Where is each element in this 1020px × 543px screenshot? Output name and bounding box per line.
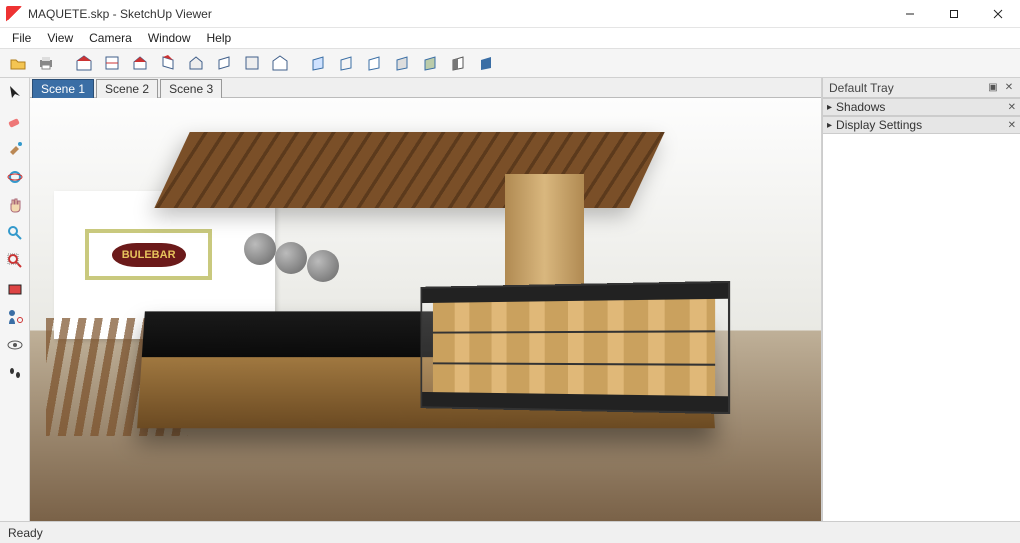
footprints-icon [6, 364, 24, 382]
open-file-button[interactable] [6, 51, 30, 75]
print-icon [37, 54, 55, 72]
scene-logo-sign: BULEBAR [85, 229, 212, 280]
view-right-button[interactable] [156, 51, 180, 75]
menu-bar: File View Camera Window Help [0, 28, 1020, 48]
house-bottom-icon [243, 54, 261, 72]
zoom-icon [6, 224, 24, 242]
viewport-3d[interactable]: BULEBAR [30, 98, 821, 521]
section-close-icon[interactable]: ✕ [1008, 102, 1016, 113]
scene-logo-text: BULEBAR [112, 243, 186, 267]
style-xray-button[interactable] [306, 51, 330, 75]
tray-section-shadows[interactable]: ▸ Shadows ✕ [823, 98, 1020, 116]
style-shaded-tex-icon [421, 54, 439, 72]
view-front-button[interactable] [128, 51, 152, 75]
window-title: MAQUETE.skp - SketchUp Viewer [28, 7, 212, 21]
view-top-button[interactable] [100, 51, 124, 75]
tray-section-display-settings[interactable]: ▸ Display Settings ✕ [823, 116, 1020, 134]
scene-pendant-lamp [244, 233, 276, 265]
app-icon [6, 6, 22, 22]
orbit-tool[interactable] [4, 166, 26, 188]
style-hidden-button[interactable] [362, 51, 386, 75]
tray-empty-area [823, 134, 1020, 521]
view-bottom-button[interactable] [240, 51, 264, 75]
scene-tab-1[interactable]: Scene 1 [32, 79, 94, 98]
main-toolbar [0, 48, 1020, 78]
zoom-tool[interactable] [4, 222, 26, 244]
zoom-extents-icon [6, 252, 24, 270]
left-toolbar [0, 78, 30, 521]
scene-tab-2[interactable]: Scene 2 [96, 79, 158, 98]
section-icon [6, 280, 24, 298]
scene-ceiling-beams [155, 132, 665, 208]
style-shaded-tex-button[interactable] [418, 51, 442, 75]
view-back-button[interactable] [184, 51, 208, 75]
house-top-icon [103, 54, 121, 72]
status-text: Ready [8, 526, 43, 540]
scene-display-case [420, 281, 730, 414]
position-camera-icon [6, 308, 24, 326]
title-bar: MAQUETE.skp - SketchUp Viewer [0, 0, 1020, 28]
print-button[interactable] [34, 51, 58, 75]
pan-tool[interactable] [4, 194, 26, 216]
section-tool[interactable] [4, 278, 26, 300]
house-right-icon [159, 54, 177, 72]
style-wire-button[interactable] [334, 51, 358, 75]
style-mono-button[interactable] [446, 51, 470, 75]
open-folder-icon [9, 54, 27, 72]
default-tray-panel: Default Tray ▣ ✕ ▸ Shadows ✕ ▸ Display S… [822, 78, 1020, 521]
close-button[interactable] [976, 0, 1020, 28]
house-iso-icon [75, 54, 93, 72]
style-color-icon [477, 54, 495, 72]
tray-pin-icon[interactable]: ▣ [986, 80, 1000, 94]
minimize-button[interactable] [888, 0, 932, 28]
house-left-icon [215, 54, 233, 72]
style-xray-icon [309, 54, 327, 72]
style-shaded-icon [393, 54, 411, 72]
scene-tab-3[interactable]: Scene 3 [160, 79, 222, 98]
style-shaded-button[interactable] [390, 51, 414, 75]
select-icon [6, 84, 24, 102]
view-left-button[interactable] [212, 51, 236, 75]
chevron-right-icon: ▸ [827, 102, 832, 113]
eye-icon [6, 336, 24, 354]
view-iso2-button[interactable] [268, 51, 292, 75]
menu-window[interactable]: Window [140, 29, 199, 47]
style-wire-icon [337, 54, 355, 72]
menu-help[interactable]: Help [199, 29, 240, 47]
paint-tool[interactable] [4, 138, 26, 160]
select-tool[interactable] [4, 82, 26, 104]
house-back-icon [187, 54, 205, 72]
style-color-button[interactable] [474, 51, 498, 75]
tray-section-label: Display Settings [836, 118, 922, 132]
walk-tool[interactable] [4, 362, 26, 384]
pan-icon [6, 196, 24, 214]
menu-file[interactable]: File [4, 29, 39, 47]
scene-pendant-lamp [275, 242, 307, 274]
status-bar: Ready [0, 521, 1020, 543]
eraser-icon [6, 112, 24, 130]
paint-icon [6, 140, 24, 158]
menu-camera[interactable]: Camera [81, 29, 140, 47]
section-close-icon[interactable]: ✕ [1008, 120, 1016, 131]
tray-close-icon[interactable]: ✕ [1002, 80, 1016, 94]
style-hidden-icon [365, 54, 383, 72]
house-iso2-icon [271, 54, 289, 72]
orbit-icon [6, 168, 24, 186]
tray-header[interactable]: Default Tray ▣ ✕ [823, 78, 1020, 98]
view-iso-button[interactable] [72, 51, 96, 75]
house-front-icon [131, 54, 149, 72]
zoom-extents-tool[interactable] [4, 250, 26, 272]
scene-tabs: Scene 1 Scene 2 Scene 3 [30, 78, 821, 98]
chevron-right-icon: ▸ [827, 120, 832, 131]
tray-section-label: Shadows [836, 100, 885, 114]
eraser-tool[interactable] [4, 110, 26, 132]
style-mono-icon [449, 54, 467, 72]
menu-view[interactable]: View [39, 29, 81, 47]
position-camera-tool[interactable] [4, 306, 26, 328]
maximize-button[interactable] [932, 0, 976, 28]
scene-pendant-lamp [307, 250, 339, 282]
look-around-tool[interactable] [4, 334, 26, 356]
tray-title: Default Tray [829, 81, 894, 95]
